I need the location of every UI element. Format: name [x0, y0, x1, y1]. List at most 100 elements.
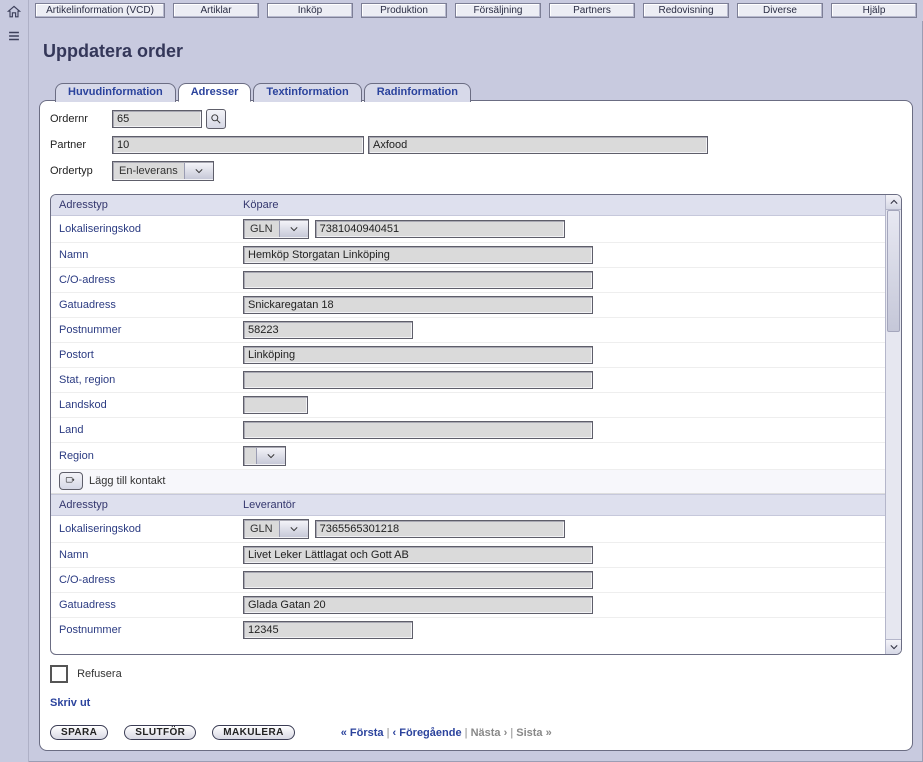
supplier-field-namn[interactable]: Livet Leker Lättlagat och Gott AB — [243, 546, 593, 564]
refusera-checkbox[interactable] — [50, 665, 68, 683]
section-header-supplier: Adresstyp Leverantör — [51, 494, 885, 516]
action-bar: SPARA SLUTFÖR MAKULERA « Första | ‹ Före… — [50, 725, 902, 740]
scroll-up-icon[interactable] — [886, 195, 901, 210]
makulera-button[interactable]: MAKULERA — [212, 725, 294, 740]
scrollbar[interactable] — [885, 195, 901, 654]
select-ordertyp[interactable]: En-leverans — [112, 161, 214, 181]
menubar: Artikelinformation (VCD) Artiklar Inköp … — [29, 0, 923, 21]
row-ordertyp: Ordertyp En-leverans — [50, 161, 902, 181]
page-title: Uppdatera order — [43, 41, 909, 62]
buyer-row-co: C/O-adress — [51, 268, 885, 293]
search-icon — [210, 113, 222, 125]
buyer-row-namn: Namn Hemköp Storgatan Linköping — [51, 243, 885, 268]
buyer-field-land[interactable] — [243, 421, 593, 439]
field-partner-id[interactable]: 10 — [112, 136, 364, 154]
address-sections: Adresstyp Köpare Lokaliseringskod GLN 73… — [50, 194, 902, 655]
menu-diverse[interactable]: Diverse — [737, 3, 823, 18]
buyer-field-co[interactable] — [243, 271, 593, 289]
menu-icon[interactable] — [4, 27, 24, 45]
buyer-label-land: Land — [59, 424, 243, 436]
menu-inkop[interactable]: Inköp — [267, 3, 353, 18]
add-contact-row: Lägg till kontakt — [51, 470, 885, 494]
supplier-field-postnr[interactable]: 12345 — [243, 621, 413, 639]
menu-forsaljning[interactable]: Försäljning — [455, 3, 541, 18]
supplier-row-namn: Namn Livet Leker Lättlagat och Gott AB — [51, 543, 885, 568]
pager-next[interactable]: Nästa › — [471, 727, 508, 739]
supplier-field-lokkod[interactable]: 7365565301218 — [315, 520, 565, 538]
buyer-label-co: C/O-adress — [59, 274, 243, 286]
header-adresstyp-label-2: Adresstyp — [59, 499, 243, 511]
supplier-row-co: C/O-adress — [51, 568, 885, 593]
buyer-field-namn[interactable]: Hemköp Storgatan Linköping — [243, 246, 593, 264]
home-icon[interactable] — [4, 3, 24, 21]
menu-redovisning[interactable]: Redovisning — [643, 3, 729, 18]
tab-huvudinformation[interactable]: Huvudinformation — [55, 83, 176, 102]
section-header-buyer: Adresstyp Köpare — [51, 195, 885, 216]
menu-produktion[interactable]: Produktion — [361, 3, 447, 18]
buyer-field-postort[interactable]: Linköping — [243, 346, 593, 364]
tabstrip: Huvudinformation Adresser Textinformatio… — [39, 82, 913, 101]
tab-radinformation[interactable]: Radinformation — [364, 83, 471, 102]
buyer-field-landskod[interactable] — [243, 396, 308, 414]
header-adresstyp-label: Adresstyp — [59, 199, 243, 211]
pager-first[interactable]: « Första — [341, 727, 384, 739]
supplier-label-postnr: Postnummer — [59, 624, 243, 636]
menu-artiklar[interactable]: Artiklar — [173, 3, 259, 18]
field-partner-name[interactable]: Axfood — [368, 136, 708, 154]
supplier-row-postnr: Postnummer 12345 — [51, 618, 885, 642]
supplier-row-gata: Gatuadress Glada Gatan 20 — [51, 593, 885, 618]
buyer-select-region[interactable] — [243, 446, 286, 466]
main-column: Artikelinformation (VCD) Artiklar Inköp … — [29, 0, 923, 762]
buyer-row-postnr: Postnummer 58223 — [51, 318, 885, 343]
pager: « Första | ‹ Föregående | Nästa › | Sist… — [341, 727, 552, 739]
buyer-field-stat[interactable] — [243, 371, 593, 389]
left-toolbar — [0, 0, 29, 762]
chevron-down-icon — [256, 448, 285, 464]
buyer-label-stat: Stat, region — [59, 374, 243, 386]
supplier-field-gata[interactable]: Glada Gatan 20 — [243, 596, 593, 614]
spara-button[interactable]: SPARA — [50, 725, 108, 740]
supplier-label-gata: Gatuadress — [59, 599, 243, 611]
tab-textinformation[interactable]: Textinformation — [253, 83, 361, 102]
buyer-label-region: Region — [59, 450, 243, 462]
menu-partners[interactable]: Partners — [549, 3, 635, 18]
header-buyer-title: Köpare — [243, 199, 877, 211]
refusera-label: Refusera — [77, 668, 122, 680]
supplier-field-co[interactable] — [243, 571, 593, 589]
buyer-row-stat: Stat, region — [51, 368, 885, 393]
chevron-down-icon — [184, 163, 213, 179]
panel-footer: Refusera Skriv ut SPARA SLUTFÖR MAKULERA… — [50, 655, 902, 740]
supplier-label-namn: Namn — [59, 549, 243, 561]
supplier-label-lokkod: Lokaliseringskod — [59, 523, 243, 535]
field-ordernr[interactable]: 65 — [112, 110, 202, 128]
pager-prev[interactable]: ‹ Föregående — [393, 727, 462, 739]
buyer-label-postort: Postort — [59, 349, 243, 361]
pager-last[interactable]: Sista » — [516, 727, 551, 739]
scroll-thumb[interactable] — [887, 210, 900, 332]
supplier-label-co: C/O-adress — [59, 574, 243, 586]
add-contact-label: Lägg till kontakt — [89, 475, 165, 487]
scroll-down-icon[interactable] — [886, 639, 901, 654]
menu-artikelinfo[interactable]: Artikelinformation (VCD) — [35, 3, 165, 18]
lookup-ordernr-button[interactable] — [206, 109, 226, 129]
add-contact-button[interactable] — [59, 472, 83, 490]
buyer-row-lokkod: Lokaliseringskod GLN 7381040940451 — [51, 216, 885, 243]
buyer-label-postnr: Postnummer — [59, 324, 243, 336]
row-partner: Partner 10 Axfood — [50, 136, 902, 154]
slutfor-button[interactable]: SLUTFÖR — [124, 725, 196, 740]
label-ordertyp: Ordertyp — [50, 165, 108, 177]
menu-hjalp[interactable]: Hjälp — [831, 3, 917, 18]
scroll-track[interactable] — [886, 210, 901, 639]
page-body: Uppdatera order Huvudinformation Adresse… — [29, 21, 923, 762]
buyer-row-landskod: Landskod — [51, 393, 885, 418]
buyer-field-lokkod[interactable]: 7381040940451 — [315, 220, 565, 238]
supplier-select-lokkod-type[interactable]: GLN — [243, 519, 309, 539]
buyer-row-land: Land — [51, 418, 885, 443]
supplier-row-lokkod: Lokaliseringskod GLN 7365565301218 — [51, 516, 885, 543]
buyer-field-postnr[interactable]: 58223 — [243, 321, 413, 339]
buyer-select-lokkod-type[interactable]: GLN — [243, 219, 309, 239]
tab-adresser[interactable]: Adresser — [178, 83, 252, 102]
print-link[interactable]: Skriv ut — [50, 697, 90, 709]
buyer-field-gata[interactable]: Snickaregatan 18 — [243, 296, 593, 314]
address-sections-body: Adresstyp Köpare Lokaliseringskod GLN 73… — [51, 195, 885, 654]
